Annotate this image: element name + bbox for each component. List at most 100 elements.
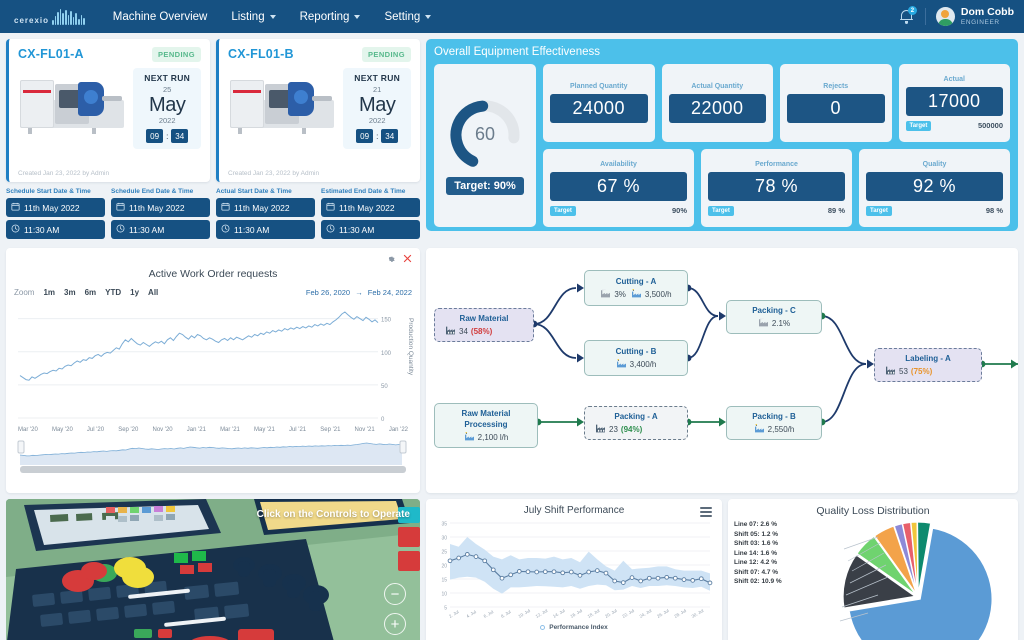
work-order-scrollbar[interactable] — [20, 466, 406, 473]
time-input[interactable]: 11:30 AM — [111, 220, 210, 239]
svg-text:100: 100 — [381, 351, 392, 357]
date-value: 11th May 2022 — [339, 202, 395, 213]
calendar-icon — [11, 202, 20, 213]
smokestack-icon — [758, 317, 769, 329]
flow-node-packing-a[interactable]: Packing - A 23 (94%) — [584, 406, 688, 440]
zoom-option-6m[interactable]: 6m — [85, 288, 97, 297]
calendar-icon — [326, 202, 335, 213]
zoom-option-3m[interactable]: 3m — [64, 288, 76, 297]
target-value: 90% — [671, 206, 687, 215]
shift-chart-legend[interactable]: Performance Index — [434, 624, 714, 631]
work-order-x-axis: Mar '20 May '20 Jul '20 Sep '20 Nov '20 Jan '… — [14, 427, 412, 433]
kpi-label: Planned Quantity — [569, 83, 628, 90]
oee-kpi-row-top: Planned Quantity 24000 Actual Quantity 22… — [543, 64, 1010, 142]
factory-icon — [595, 424, 606, 435]
machine-card-body: NEXT RUN 25 May 2022 09 : 34 — [18, 68, 201, 149]
flow-node-raw-material[interactable]: Raw Material 34 (58%) — [434, 308, 534, 342]
x-tick-label: Mar '20 — [18, 427, 38, 433]
nav-link-listing[interactable]: Listing — [229, 7, 277, 27]
flow-node-raw-material-processing[interactable]: Raw Material Processing 2,100 l/h — [434, 403, 538, 448]
date-input[interactable]: 11th May 2022 — [111, 198, 210, 217]
calendar-icon — [221, 202, 230, 213]
date-input[interactable]: 11th May 2022 — [216, 198, 315, 217]
svg-text:10: 10 — [441, 592, 447, 598]
work-order-chart-card: Active Work Order requests Zoom 1m 3m 6m YT… — [6, 248, 420, 493]
user-name: Dom Cobb — [960, 5, 1014, 18]
gear-icon[interactable] — [386, 254, 395, 266]
shift-chart-title: July Shift Performance — [523, 505, 625, 516]
svg-text:8. Jul: 8. Jul — [500, 609, 512, 619]
zoom-option-ytd[interactable]: YTD — [105, 288, 121, 297]
machine-cards-column: CX-FL01-A PENDING NEXT RUN 25 May 2022 0… — [6, 39, 420, 242]
node-metrics-row: 3,400/h — [592, 358, 680, 370]
flow-node-packing-b[interactable]: Packing - B 2,550/h — [726, 406, 822, 440]
node-metrics-row: 3% 3,500/h — [592, 288, 680, 300]
operator-control-panel[interactable]: Click on the Controls to Operate − + — [6, 499, 420, 640]
machine-card[interactable]: CX-FL01-A PENDING NEXT RUN 25 May 2022 0… — [6, 39, 210, 182]
svg-text:30. Jul: 30. Jul — [691, 608, 705, 619]
navigator-mini-chart — [17, 440, 407, 465]
flow-node-labeling-a[interactable]: Labeling - A 53 (75%) — [874, 348, 982, 382]
target-tag: Target — [905, 120, 932, 131]
kpi-target-row: Target 90% — [550, 205, 687, 216]
nav-link-machine-overview[interactable]: Machine Overview — [111, 7, 210, 27]
notifications-bell-icon[interactable]: 2 — [899, 6, 917, 25]
svg-text:5: 5 — [444, 606, 447, 612]
factory-icon — [445, 326, 456, 337]
zoom-in-button[interactable]: + — [384, 613, 406, 635]
flow-node-packing-c[interactable]: Packing - C 2.1% — [726, 300, 822, 334]
node-title: Cutting - B — [615, 347, 657, 356]
flow-node-cutting-b[interactable]: Cutting - B 3,400/h — [584, 340, 688, 376]
pie-slice-label: Shift 03: 1.6 % — [734, 540, 779, 547]
row-top: CX-FL01-A PENDING NEXT RUN 25 May 2022 0… — [6, 39, 1018, 242]
node-metrics-row: 34 (58%) — [442, 326, 526, 337]
kpi-target-row: Target 500000 — [905, 120, 1003, 131]
x-tick-label: Jan '21 — [186, 427, 206, 433]
pie-slice-label: Line 12: 4.2 % — [734, 559, 777, 566]
date-input[interactable]: 11th May 2022 — [6, 198, 105, 217]
time-input[interactable]: 11:30 AM — [216, 220, 315, 239]
zoom-option-all[interactable]: All — [148, 288, 158, 297]
kpi-label: Actual — [943, 75, 965, 83]
node-title: Packing - A — [614, 412, 658, 421]
svg-text:35: 35 — [441, 522, 447, 528]
machine-card[interactable]: CX-FL01-B PENDING NEXT RUN 21 May 2022 0… — [216, 39, 420, 182]
node-metrics-row: 2,100 l/h — [442, 431, 530, 443]
zoom-label: Zoom — [14, 288, 35, 297]
svg-text:12. Jul: 12. Jul — [535, 608, 549, 619]
node-percent: (75%) — [910, 367, 933, 376]
node-metric: 2,100 l/h — [464, 431, 508, 443]
next-run-month: May — [359, 94, 396, 116]
app-logo[interactable]: cerexio — [14, 8, 85, 25]
x-tick-label: May '21 — [254, 427, 275, 433]
svg-text:22. Jul: 22. Jul — [621, 608, 635, 619]
user-menu[interactable]: Dom Cobb ENGINEER — [935, 5, 1014, 27]
node-metric: 53 (75%) — [885, 366, 932, 377]
time-input[interactable]: 11:30 AM — [321, 220, 420, 239]
kpi-card: Performance 78 % Target 89 % — [701, 149, 852, 227]
work-order-navigator[interactable] — [14, 439, 412, 473]
flow-node-cutting-a[interactable]: Cutting - A 3% 3,500/h — [584, 270, 688, 306]
oee-title: Overall Equipment Effectiveness — [434, 46, 600, 58]
nav-link-setting[interactable]: Setting — [382, 7, 433, 27]
node-metric: 3,400/h — [616, 358, 656, 370]
time-input[interactable]: 11:30 AM — [6, 220, 105, 239]
x-tick-label: Mar '21 — [220, 427, 240, 433]
zoom-out-button[interactable]: − — [384, 583, 406, 605]
close-icon[interactable] — [403, 254, 412, 266]
node-metrics-row: 2,550/h — [734, 423, 814, 435]
chart-menu-icon[interactable] — [700, 507, 712, 519]
svg-text:18. Jul: 18. Jul — [587, 608, 601, 619]
date-input[interactable]: 11th May 2022 — [321, 198, 420, 217]
zoom-option-1m[interactable]: 1m — [43, 288, 55, 297]
oee-gauge: 60 — [447, 97, 523, 173]
kpi-label: Actual Quantity — [691, 83, 744, 90]
nav-link-reporting[interactable]: Reporting — [298, 7, 363, 27]
node-title: Labeling - A — [905, 354, 951, 363]
zoom-option-1y[interactable]: 1y — [130, 288, 139, 297]
svg-text:14. Jul: 14. Jul — [552, 608, 566, 619]
kpi-label: Availability — [600, 160, 637, 168]
next-run-month: May — [149, 94, 186, 116]
time-value: 11:30 AM — [129, 224, 165, 235]
node-metrics-row: 2.1% — [734, 317, 814, 329]
